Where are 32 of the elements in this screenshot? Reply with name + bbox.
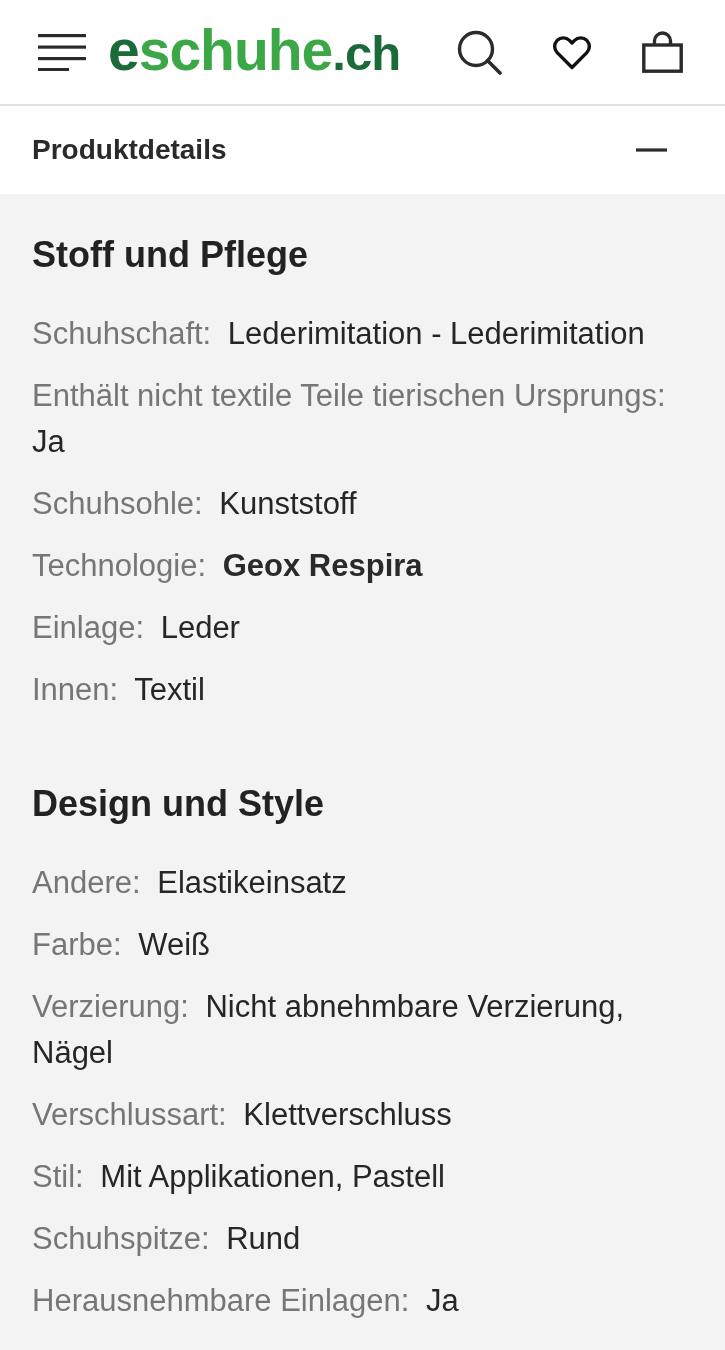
spec-value: Geox Respira (222, 548, 423, 583)
spec-value: Klettverschluss (243, 1097, 452, 1132)
spec-label: Herausnehmbare Einlagen: (32, 1283, 411, 1318)
accordion-header[interactable]: Produktdetails (0, 106, 725, 194)
spec-value: Leder (160, 610, 240, 645)
spec-label: Farbe: (32, 927, 123, 962)
spec-value: Ja (426, 1283, 459, 1318)
spec-value: Weiß (138, 927, 210, 962)
spec-label: Einlage: (32, 610, 146, 645)
section-heading: Stoff und Pflege (32, 233, 309, 277)
spec-label: Verschlussart: (32, 1097, 228, 1132)
spec-label: Schuhsohle: (32, 486, 204, 521)
spec-label: Enthält nicht textile Teile tierischen Ursprungs: (32, 378, 667, 413)
spec-label: Innen: (32, 672, 120, 707)
heart-icon[interactable] (552, 34, 592, 70)
spec-label: Andere: (32, 865, 142, 900)
spec-value: Kunststoff (219, 486, 357, 521)
spec-value: Ja (32, 424, 65, 459)
spec-label: Schuhschaft: (32, 316, 213, 351)
menu-icon[interactable] (38, 33, 86, 71)
spec-value: Textil (134, 672, 205, 707)
bag-icon[interactable] (642, 31, 683, 73)
spec-label: Stil: (32, 1159, 85, 1194)
spec-value: Rund (226, 1221, 301, 1256)
spec-label: Technologie: (32, 548, 208, 583)
spec-value: Mit Applikationen, Pastell (100, 1159, 445, 1194)
spec-label: Schuhspitze: (32, 1221, 211, 1256)
spec-row-text: Verzierung: Nicht abnehmbare Verzierung, Nägel (32, 988, 626, 1072)
spec-value: Elastikeinsatz (157, 865, 347, 900)
spec-value: Lederimitation - Lederimitation (227, 316, 645, 351)
section-heading: Design und Style (32, 782, 326, 826)
search-icon[interactable] (457, 29, 502, 75)
